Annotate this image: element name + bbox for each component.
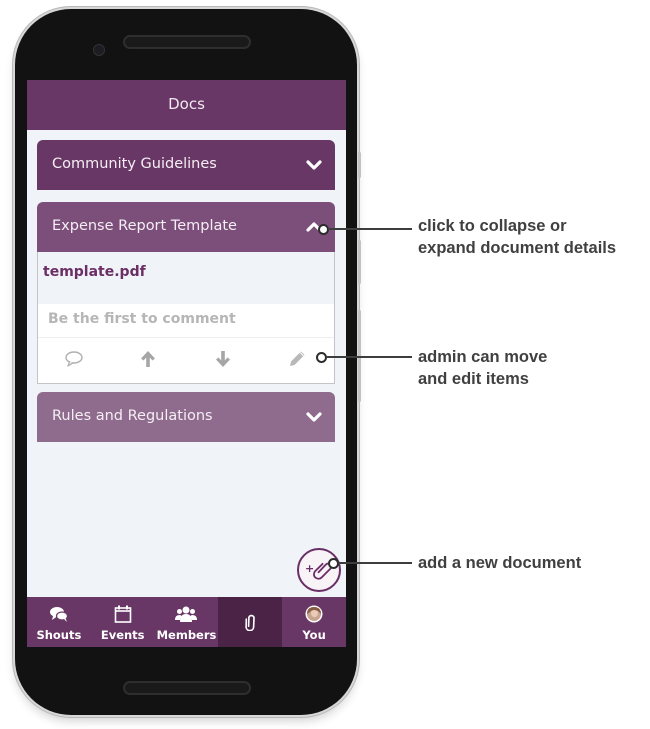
doc-actions xyxy=(38,338,334,383)
callout-admin-actions: admin can move and edit items xyxy=(418,346,547,390)
front-camera xyxy=(94,45,104,55)
callout-text-line: expand document details xyxy=(418,239,617,257)
tab-events[interactable]: Events xyxy=(91,597,155,647)
side-button xyxy=(358,152,361,178)
doc-card-rules-regulations: Rules and Regulations xyxy=(37,392,335,442)
tab-members[interactable]: Members xyxy=(155,597,219,647)
callout-collapse-expand: click to collapse or expand document det… xyxy=(418,215,616,259)
callout-add-document: add a new document xyxy=(418,552,581,574)
group-icon xyxy=(175,606,198,622)
volume-button xyxy=(358,240,361,284)
tab-you[interactable]: You xyxy=(282,597,346,647)
doc-card-community-guidelines: Community Guidelines xyxy=(37,140,335,190)
chevron-down-icon[interactable] xyxy=(306,157,322,173)
chat-bubbles-icon xyxy=(49,607,68,622)
doc-title: Rules and Regulations xyxy=(52,408,213,424)
app-screen: Docs Community Guidelines Expense Report… xyxy=(27,80,346,647)
callout-line-collapse xyxy=(328,228,412,230)
page-title: Docs xyxy=(27,80,346,130)
tab-label: Events xyxy=(100,628,145,642)
tab-shouts[interactable]: Shouts xyxy=(27,597,91,647)
comment-input[interactable]: Be the first to comment xyxy=(38,304,334,338)
tab-label: Shouts xyxy=(36,628,82,642)
calendar-icon xyxy=(114,605,131,623)
doc-title: Community Guidelines xyxy=(52,156,217,172)
callout-line-add xyxy=(338,562,412,564)
callout-text-line: and edit items xyxy=(418,370,529,388)
callout-text-line: admin can move xyxy=(418,348,548,366)
doc-details: template.pdf Be the first to comment xyxy=(37,252,335,384)
top-speaker xyxy=(125,37,249,47)
add-document-button[interactable]: + xyxy=(297,548,341,592)
callout-text-line: add a new document xyxy=(418,554,582,572)
file-link[interactable]: template.pdf xyxy=(38,252,334,304)
chevron-down-icon[interactable] xyxy=(306,409,322,425)
tab-label: You xyxy=(302,628,326,642)
callout-text-line: click to collapse or xyxy=(418,217,567,235)
arrow-down-icon[interactable] xyxy=(213,349,233,369)
doc-header[interactable]: Expense Report Template xyxy=(37,202,335,252)
speech-bubble-icon[interactable] xyxy=(64,349,84,369)
tab-docs[interactable] xyxy=(218,597,283,647)
paperclip-icon xyxy=(245,614,256,631)
avatar xyxy=(305,605,323,623)
pencil-icon[interactable] xyxy=(287,349,307,369)
callout-line-admin xyxy=(326,356,412,358)
bottom-tab-bar: Shouts Events Members You xyxy=(27,597,346,647)
doc-header[interactable]: Community Guidelines xyxy=(37,140,335,190)
tab-label: Members xyxy=(156,628,217,642)
doc-card-expense-report: Expense Report Template template.pdf Be … xyxy=(37,202,335,384)
bottom-speaker xyxy=(125,683,249,693)
doc-header[interactable]: Rules and Regulations xyxy=(37,392,335,442)
arrow-up-icon[interactable] xyxy=(138,349,158,369)
doc-title: Expense Report Template xyxy=(52,218,237,234)
